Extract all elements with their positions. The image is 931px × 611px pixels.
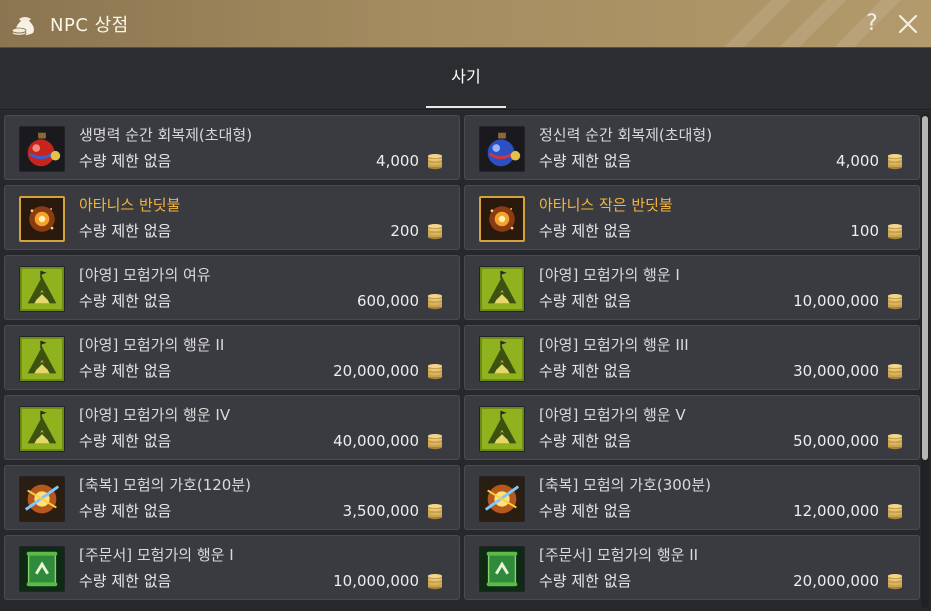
item-name: 아타니스 반딧불 xyxy=(79,196,181,214)
camp-tent-icon xyxy=(19,406,65,452)
gold-coin-stack-icon xyxy=(428,364,442,380)
gold-coin-stack-icon xyxy=(428,154,442,170)
item-list[interactable]: 생명력 순간 회복제(초대형) 수량 제한 없음 4,000 정신력 순간 회복제(초… xyxy=(0,111,931,611)
item-quantity-limit: 수량 제한 없음 xyxy=(539,362,632,380)
shop-item[interactable]: 아타니스 반딧불수량 제한 없음 200 xyxy=(4,185,460,250)
item-price: 200 xyxy=(390,222,419,240)
item-price: 12,000,000 xyxy=(793,502,879,520)
shop-item[interactable]: [야영] 모험가의 행운 IV 수량 제한 없음 40,000,000 xyxy=(4,395,460,460)
item-name: [축복] 모험의 가호(300분) xyxy=(539,476,711,494)
gold-coin-stack-icon xyxy=(428,574,442,590)
item-price: 40,000,000 xyxy=(333,432,419,450)
red-potion-icon xyxy=(19,126,65,172)
shop-item[interactable]: [야영] 모험가의 여유수량 제한 없음 600,000 xyxy=(4,255,460,320)
gold-coin-stack-icon xyxy=(888,224,902,240)
camp-tent-icon xyxy=(19,336,65,382)
item-price: 50,000,000 xyxy=(793,432,879,450)
tab-bar: 사기 xyxy=(0,48,931,110)
item-quantity-limit: 수량 제한 없음 xyxy=(79,152,172,170)
camp-tent-icon xyxy=(479,406,525,452)
help-button[interactable]: ? xyxy=(860,9,884,39)
shop-item[interactable]: [야영] 모험가의 행운 V 수량 제한 없음 50,000,000 xyxy=(464,395,920,460)
item-price: 4,000 xyxy=(376,152,419,170)
tab-active-indicator xyxy=(426,106,506,108)
shop-item[interactable]: 생명력 순간 회복제(초대형) 수량 제한 없음 4,000 xyxy=(4,115,460,180)
blessing-burst-icon xyxy=(479,476,525,522)
shop-item[interactable]: [주문서] 모험가의 행운 I 수량 제한 없음 10,000,000 xyxy=(4,535,460,600)
item-quantity-limit: 수량 제한 없음 xyxy=(539,222,632,240)
scrollbar-thumb[interactable] xyxy=(922,116,928,460)
camp-tent-icon xyxy=(479,336,525,382)
item-price: 3,500,000 xyxy=(342,502,419,520)
gold-coin-stack-icon xyxy=(428,294,442,310)
shop-item[interactable]: 아타니스 작은 반딧불수량 제한 없음 100 xyxy=(464,185,920,250)
tab-buy[interactable]: 사기 xyxy=(426,48,506,108)
shop-item[interactable]: [축복] 모험의 가호(300분) 수량 제한 없음 12,000,000 xyxy=(464,465,920,530)
item-name: [주문서] 모험가의 행운 I xyxy=(79,546,234,564)
shop-item[interactable]: [야영] 모험가의 행운 II 수량 제한 없음 20,000,000 xyxy=(4,325,460,390)
gold-coin-stack-icon xyxy=(888,574,902,590)
firefly-icon xyxy=(19,196,65,242)
blue-potion-icon xyxy=(479,126,525,172)
money-bag-icon xyxy=(11,17,34,36)
item-name: [야영] 모험가의 행운 I xyxy=(539,266,680,284)
shop-item[interactable]: [축복] 모험의 가호(120분) 수량 제한 없음 3,500,000 xyxy=(4,465,460,530)
item-quantity-limit: 수량 제한 없음 xyxy=(79,292,172,310)
scroll-icon xyxy=(479,546,525,592)
item-quantity-limit: 수량 제한 없음 xyxy=(79,502,172,520)
item-quantity-limit: 수량 제한 없음 xyxy=(79,222,172,240)
item-price: 20,000,000 xyxy=(333,362,419,380)
item-name: 아타니스 작은 반딧불 xyxy=(539,196,673,214)
camp-tent-icon xyxy=(479,266,525,312)
item-name: [주문서] 모험가의 행운 II xyxy=(539,546,699,564)
item-price: 4,000 xyxy=(836,152,879,170)
gold-coin-stack-icon xyxy=(888,364,902,380)
item-quantity-limit: 수량 제한 없음 xyxy=(79,432,172,450)
item-price: 10,000,000 xyxy=(333,572,419,590)
item-price: 10,000,000 xyxy=(793,292,879,310)
item-price: 100 xyxy=(850,222,879,240)
item-quantity-limit: 수량 제한 없음 xyxy=(79,362,172,380)
npc-shop-window: NPC 상점 ? 사기 생명력 순간 회복제(초대형) 수량 제한 없음 4,000… xyxy=(0,0,931,611)
item-quantity-limit: 수량 제한 없음 xyxy=(539,292,632,310)
item-quantity-limit: 수량 제한 없음 xyxy=(539,572,632,590)
item-name: [야영] 모험가의 여유 xyxy=(79,266,211,284)
title-bar[interactable]: NPC 상점 ? xyxy=(0,0,931,48)
item-name: [야영] 모험가의 행운 V xyxy=(539,406,686,424)
shop-item[interactable]: [야영] 모험가의 행운 III 수량 제한 없음 30,000,000 xyxy=(464,325,920,390)
gold-coin-stack-icon xyxy=(888,504,902,520)
item-name: [축복] 모험의 가호(120분) xyxy=(79,476,251,494)
item-quantity-limit: 수량 제한 없음 xyxy=(539,502,632,520)
gold-coin-stack-icon xyxy=(428,434,442,450)
item-name: [야영] 모험가의 행운 III xyxy=(539,336,689,354)
item-price: 20,000,000 xyxy=(793,572,879,590)
close-icon[interactable] xyxy=(896,12,920,36)
item-name: 정신력 순간 회복제(초대형) xyxy=(539,126,713,144)
gold-coin-stack-icon xyxy=(428,504,442,520)
item-quantity-limit: 수량 제한 없음 xyxy=(79,572,172,590)
blessing-burst-icon xyxy=(19,476,65,522)
item-quantity-limit: 수량 제한 없음 xyxy=(539,152,632,170)
item-name: [야영] 모험가의 행운 IV xyxy=(79,406,231,424)
camp-tent-icon xyxy=(19,266,65,312)
shop-item[interactable]: [야영] 모험가의 행운 I 수량 제한 없음 10,000,000 xyxy=(464,255,920,320)
shop-item[interactable]: [주문서] 모험가의 행운 II 수량 제한 없음 20,000,000 xyxy=(464,535,920,600)
item-name: 생명력 순간 회복제(초대형) xyxy=(79,126,253,144)
item-quantity-limit: 수량 제한 없음 xyxy=(539,432,632,450)
scroll-icon xyxy=(19,546,65,592)
firefly-icon xyxy=(479,196,525,242)
item-name: [야영] 모험가의 행운 II xyxy=(79,336,225,354)
item-price: 600,000 xyxy=(356,292,419,310)
gold-coin-stack-icon xyxy=(888,154,902,170)
gold-coin-stack-icon xyxy=(428,224,442,240)
gold-coin-stack-icon xyxy=(888,294,902,310)
shop-item[interactable]: 정신력 순간 회복제(초대형) 수량 제한 없음 4,000 xyxy=(464,115,920,180)
gold-coin-stack-icon xyxy=(888,434,902,450)
item-price: 30,000,000 xyxy=(793,362,879,380)
window-title: NPC 상점 xyxy=(50,15,129,36)
